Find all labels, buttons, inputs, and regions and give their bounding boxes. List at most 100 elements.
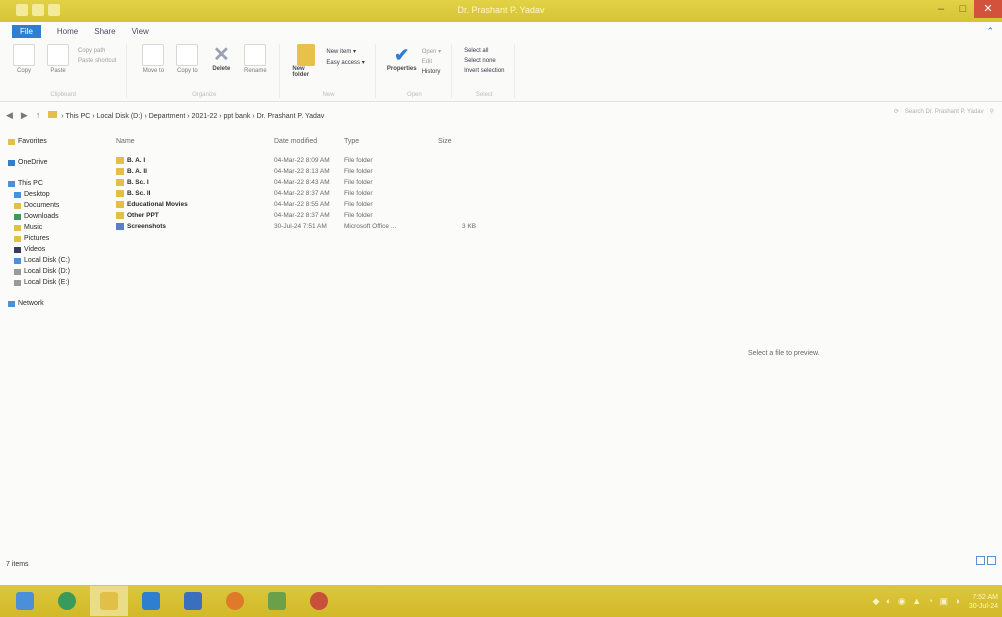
- folder-icon: [116, 179, 124, 186]
- table-row[interactable]: B. Sc. II 04-Mar-22 8:37 AM File folder: [116, 189, 496, 200]
- nav-local-disk-d[interactable]: Local Disk (D:): [8, 266, 108, 277]
- app-icon: [268, 592, 286, 610]
- refresh-icon[interactable]: ⟳: [894, 108, 899, 115]
- taskbar-app-blue[interactable]: [132, 586, 170, 616]
- invert-selection-button[interactable]: Invert selection: [464, 68, 504, 74]
- nav-desktop[interactable]: Desktop: [8, 189, 108, 200]
- crumb-current[interactable]: Dr. Prashant P. Yadav: [257, 113, 325, 120]
- crumb-year[interactable]: 2021-22: [192, 113, 218, 120]
- file-list: B. A. I 04-Mar-22 8:09 AM File folder B. A…: [116, 156, 496, 233]
- taskbar-app-blue2[interactable]: [174, 586, 212, 616]
- nav-favorites[interactable]: Favorites: [8, 136, 108, 147]
- close-button[interactable]: ✕: [974, 0, 1002, 18]
- nav-documents[interactable]: Documents: [8, 200, 108, 211]
- tab-home[interactable]: Home: [57, 27, 78, 36]
- nav-music[interactable]: Music: [8, 222, 108, 233]
- maximize-button[interactable]: □: [952, 0, 974, 18]
- crumb-thispc[interactable]: This PC: [65, 113, 90, 120]
- paste-icon: [47, 44, 69, 66]
- table-row[interactable]: B. A. II 04-Mar-22 8:13 AM File folder: [116, 167, 496, 178]
- file-name: B. Sc. I: [127, 179, 149, 186]
- documents-icon: [14, 202, 21, 209]
- forward-icon[interactable]: ▶: [21, 110, 28, 121]
- system-tray-icons[interactable]: ◆ ◐ ◉ ▲ ◔ ▣ ◑: [873, 596, 963, 607]
- move-to-button[interactable]: Move to: [139, 44, 167, 98]
- nav-local-disk-e[interactable]: Local Disk (E:): [8, 277, 108, 288]
- rename-button[interactable]: Rename: [241, 44, 269, 98]
- select-none-button[interactable]: Select none: [464, 58, 504, 64]
- file-type: File folder: [344, 179, 373, 186]
- copy-to-button[interactable]: Copy to: [173, 44, 201, 98]
- status-item-count: 7 items: [6, 561, 29, 568]
- search-box[interactable]: ⟳ Search Dr. Prashant P. Yadav ⚲: [894, 108, 994, 116]
- paste-shortcut-button[interactable]: Paste shortcut: [78, 58, 116, 64]
- nav-thispc[interactable]: This PC: [8, 178, 108, 189]
- column-date[interactable]: Date modified: [274, 138, 317, 145]
- star-icon: [8, 138, 15, 145]
- nav-onedrive[interactable]: OneDrive: [8, 157, 108, 168]
- search-icon[interactable]: ⚲: [990, 108, 994, 115]
- table-row[interactable]: B. Sc. I 04-Mar-22 8:43 AM File folder: [116, 178, 496, 189]
- easy-access-button[interactable]: Easy access ▾: [326, 59, 364, 66]
- tab-file[interactable]: File: [12, 24, 41, 38]
- table-row[interactable]: Other PPT 04-Mar-22 8:37 AM File folder: [116, 211, 496, 222]
- copy-path-button[interactable]: Copy path: [78, 48, 116, 54]
- taskbar-app-red[interactable]: [300, 586, 338, 616]
- folder-icon: [297, 44, 316, 66]
- delete-button[interactable]: ✕ Delete: [207, 44, 235, 98]
- taskbar-chrome[interactable]: [48, 586, 86, 616]
- open-small-items: Open ▾ Edit History: [422, 44, 441, 98]
- tab-view[interactable]: View: [132, 27, 149, 36]
- table-row[interactable]: Educational Movies 04-Mar-22 8:55 AM File …: [116, 200, 496, 211]
- open-button[interactable]: Open ▾: [422, 48, 441, 55]
- table-row[interactable]: Screenshots 30-Jul-24 7:51 AM Microsoft Of…: [116, 222, 496, 233]
- taskbar-app-orange[interactable]: [216, 586, 254, 616]
- copy-icon: [13, 44, 35, 66]
- properties-button[interactable]: ✔ Properties: [387, 44, 417, 98]
- crumb-ppt-bank[interactable]: ppt bank: [223, 113, 250, 120]
- details-view-icon[interactable]: [976, 556, 985, 565]
- copy-to-icon: [176, 44, 199, 66]
- select-all-button[interactable]: Select all: [464, 48, 504, 54]
- paste-button[interactable]: Paste: [44, 44, 72, 98]
- file-type: File folder: [344, 168, 373, 175]
- file-date: 04-Mar-22 8:13 AM: [274, 168, 330, 175]
- file-date: 04-Mar-22 8:55 AM: [274, 201, 330, 208]
- nav-downloads[interactable]: Downloads: [8, 211, 108, 222]
- edit-button[interactable]: Edit: [422, 59, 441, 65]
- large-icons-view-icon[interactable]: [987, 556, 996, 565]
- nav-videos[interactable]: Videos: [8, 244, 108, 255]
- crumb-department[interactable]: Department: [149, 113, 186, 120]
- new-folder-button[interactable]: New folder: [292, 44, 320, 98]
- delete-icon: ✕: [212, 44, 230, 66]
- videos-icon: [14, 246, 21, 253]
- history-button[interactable]: History: [422, 69, 441, 75]
- copy-button[interactable]: Copy: [10, 44, 38, 98]
- file-name: Other PPT: [127, 212, 159, 219]
- taskbar-app-green[interactable]: [258, 586, 296, 616]
- file-date: 04-Mar-22 8:43 AM: [274, 179, 330, 186]
- column-size[interactable]: Size: [438, 138, 452, 145]
- nav-local-disk-c[interactable]: Local Disk (C:): [8, 255, 108, 266]
- up-icon[interactable]: ↑: [36, 110, 41, 120]
- nav-network[interactable]: Network: [8, 298, 108, 309]
- tab-share[interactable]: Share: [94, 27, 115, 36]
- column-type[interactable]: Type: [344, 138, 359, 145]
- minimize-button[interactable]: –: [930, 0, 952, 18]
- crumb-local-disk-d[interactable]: Local Disk (D:): [97, 113, 143, 120]
- new-item-button[interactable]: New item ▾: [326, 48, 364, 55]
- clock[interactable]: 7:52 AM 30-Jul-24: [969, 593, 998, 611]
- taskbar-explorer[interactable]: [90, 586, 128, 616]
- title-bar[interactable]: Dr. Prashant P. Yadav – □ ✕: [0, 0, 1002, 22]
- file-name: Educational Movies: [127, 201, 188, 208]
- file-type: File folder: [344, 190, 373, 197]
- back-icon[interactable]: ◀: [6, 110, 13, 121]
- start-button[interactable]: [6, 586, 44, 616]
- column-name[interactable]: Name: [116, 138, 135, 145]
- nav-pictures[interactable]: Pictures: [8, 233, 108, 244]
- table-row[interactable]: B. A. I 04-Mar-22 8:09 AM File folder: [116, 156, 496, 167]
- address-bar[interactable]: ◀ ▶ ↑ › This PC › Local Disk (D:) › Depa…: [0, 106, 1002, 124]
- help-icon[interactable]: ⌃: [986, 26, 994, 37]
- file-name: B. Sc. II: [127, 190, 151, 197]
- search-input[interactable]: Search Dr. Prashant P. Yadav: [905, 109, 984, 115]
